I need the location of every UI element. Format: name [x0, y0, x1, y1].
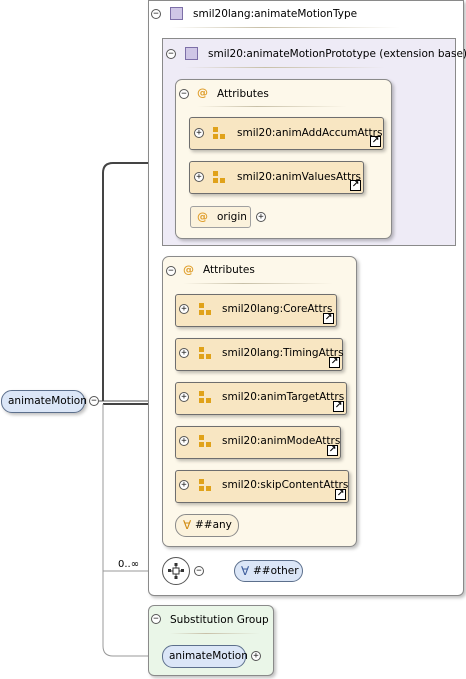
separator [170, 633, 260, 634]
at-icon: @ [197, 210, 208, 223]
expand-icon[interactable]: + [251, 651, 261, 661]
expand-icon[interactable]: + [179, 348, 189, 358]
attribute-name: origin [217, 211, 247, 223]
type-icon [170, 7, 183, 20]
separator [183, 283, 333, 284]
collapse-icon[interactable]: − [166, 49, 176, 59]
expand-icon[interactable]: + [256, 212, 266, 222]
group-label: smil20:skipContentAttrs [222, 479, 349, 491]
cardinality-label: 0..∞ [118, 559, 140, 570]
group-icon [199, 303, 211, 315]
any-icon: ∀ [241, 564, 250, 578]
group-icon [199, 435, 211, 447]
expand-icon[interactable]: + [179, 392, 189, 402]
link-icon[interactable]: ↗ [323, 313, 334, 324]
group-icon [213, 171, 225, 183]
link-icon[interactable]: ↗ [329, 357, 340, 368]
expand-icon[interactable]: + [194, 128, 204, 138]
collapse-icon[interactable]: − [151, 614, 161, 624]
collapse-icon[interactable]: − [179, 89, 189, 99]
expand-icon[interactable]: + [179, 480, 189, 490]
at-icon: @ [197, 86, 208, 99]
separator [185, 67, 385, 68]
substitution-group-title: Substitution Group [170, 614, 269, 626]
group-label: smil20lang:TimingAttrs [222, 347, 344, 359]
substitution-member-name: animateMotion [169, 650, 248, 662]
group-icon [199, 479, 211, 491]
collapse-icon[interactable]: − [89, 396, 99, 406]
any-attribute-label: ##any [195, 519, 232, 531]
collapse-icon[interactable]: − [194, 566, 204, 576]
type-title: smil20lang:animateMotionType [193, 8, 358, 20]
link-icon[interactable]: ↗ [335, 489, 346, 500]
any-icon: ∀ [183, 518, 192, 532]
group-label: smil20:animValuesAttrs [237, 171, 361, 183]
link-icon[interactable]: ↗ [350, 180, 361, 191]
expand-icon[interactable]: + [179, 436, 189, 446]
link-icon[interactable]: ↗ [370, 136, 381, 147]
group-icon [199, 347, 211, 359]
link-icon[interactable]: ↗ [333, 401, 344, 412]
element-name: animateMotion [8, 395, 87, 407]
group-icon [213, 127, 225, 139]
link-icon[interactable]: ↗ [327, 445, 338, 456]
group-label: smil20lang:CoreAttrs [222, 303, 333, 315]
at-icon: @ [183, 263, 194, 276]
collapse-icon[interactable]: − [151, 9, 161, 19]
extension-title: smil20:animateMotionPrototype (extension… [208, 48, 466, 60]
type-icon [185, 47, 198, 60]
group-label: smil20:animModeAttrs [222, 435, 341, 447]
inner-attributes-title: Attributes [217, 88, 269, 100]
separator [197, 106, 347, 107]
expand-icon[interactable]: + [179, 304, 189, 314]
group-label: smil20:animAddAccumAttrs [237, 127, 383, 139]
expand-icon[interactable]: + [194, 172, 204, 182]
group-icon [199, 391, 211, 403]
outer-attributes-title: Attributes [203, 264, 255, 276]
collapse-icon[interactable]: − [166, 266, 176, 276]
separator [170, 27, 400, 28]
group-label: smil20:animTargetAttrs [222, 391, 345, 403]
sequence-icon [168, 563, 184, 579]
any-other-label: ##other [253, 565, 299, 577]
